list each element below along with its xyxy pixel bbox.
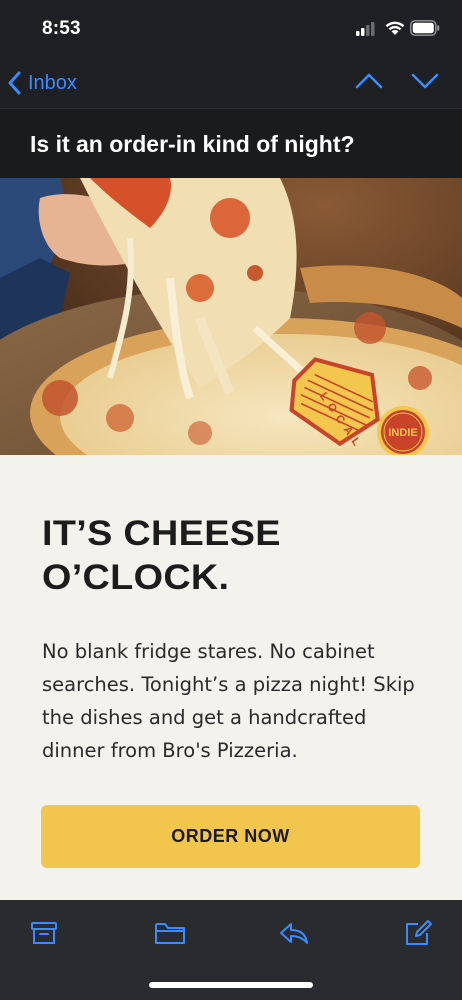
headline: IT’S CHEESE O’CLOCK. (42, 514, 281, 597)
status-bar: 8:53 (0, 0, 462, 58)
back-label: Inbox (28, 71, 77, 94)
chevron-down-icon (411, 73, 439, 89)
reply-button[interactable] (278, 920, 310, 951)
folder-icon (155, 923, 185, 944)
email-subject-bar: Is it an order-in kind of night? (0, 109, 462, 178)
cellular-signal-icon (356, 22, 376, 41)
compose-icon (406, 920, 432, 945)
hero-image: LOCAL INDIE (0, 178, 462, 455)
wifi-icon (384, 20, 406, 41)
chevron-up-icon (355, 73, 383, 89)
archive-button[interactable] (30, 920, 58, 951)
compose-button[interactable] (404, 920, 432, 951)
email-body: IT’S CHEESE O’CLOCK. No blank fridge sta… (0, 455, 462, 900)
archive-icon (31, 922, 57, 944)
next-message-button[interactable] (410, 70, 440, 97)
pizza-photo: LOCAL INDIE (0, 178, 462, 455)
reply-icon (280, 923, 308, 944)
email-subject: Is it an order-in kind of night? (30, 131, 355, 157)
previous-message-button[interactable] (354, 70, 384, 97)
back-to-inbox-button[interactable]: Inbox (8, 68, 77, 98)
indie-badge-text: INDIE (388, 427, 417, 439)
mail-nav-bar: Inbox (0, 58, 462, 108)
order-now-button[interactable]: ORDER NOW (41, 805, 420, 868)
home-indicator[interactable] (149, 982, 313, 988)
battery-icon (410, 20, 440, 41)
status-time: 8:53 (42, 18, 81, 39)
move-to-folder-button[interactable] (154, 920, 186, 951)
body-paragraph: No blank fridge stares. No cabinet searc… (42, 640, 415, 762)
chevron-left-icon (8, 71, 21, 95)
